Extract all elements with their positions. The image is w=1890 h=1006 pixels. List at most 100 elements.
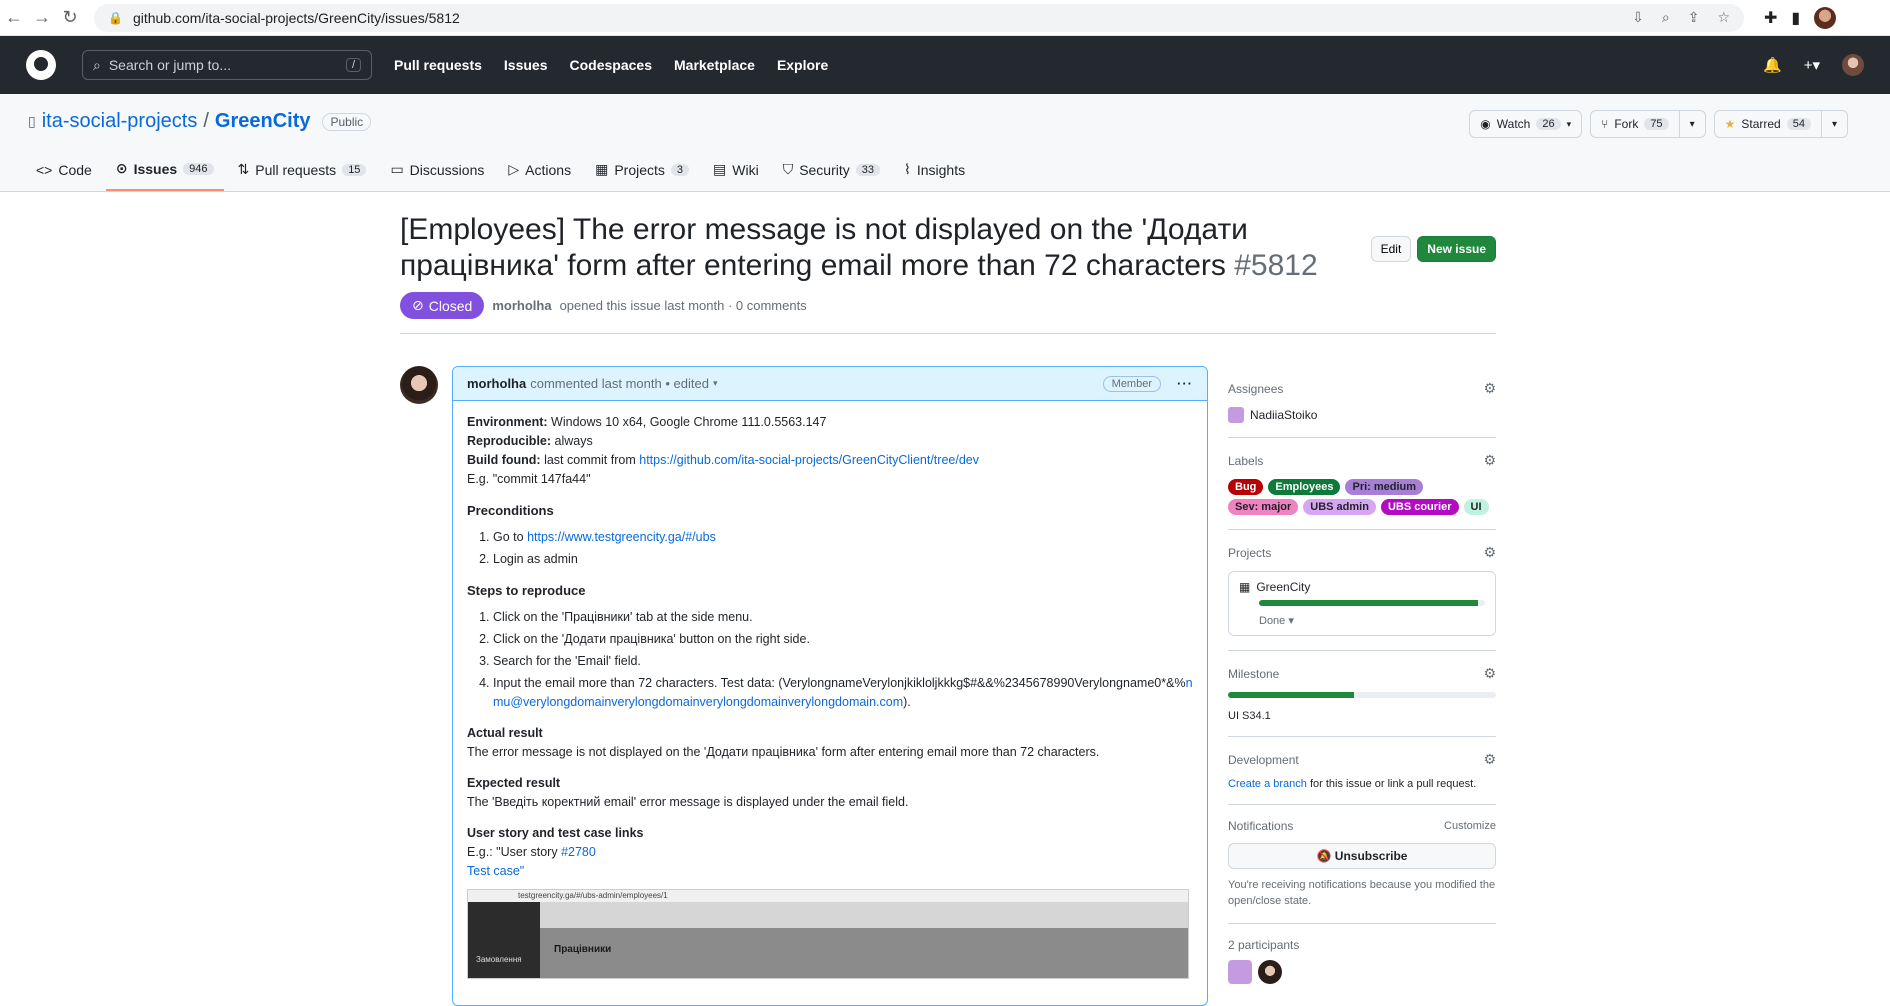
fork-button[interactable]: ⑂ Fork 75 ▾ [1590, 110, 1706, 138]
tab-issues[interactable]: ⊙ Issues 946 [105, 160, 224, 191]
nav-issues[interactable]: Issues [504, 57, 548, 73]
development-text: for this issue or link a pull request. [1309, 778, 1477, 790]
assignee[interactable]: NadiiaStoiko [1228, 407, 1496, 423]
chevron-down-icon[interactable]: ▾ [713, 378, 718, 389]
gear-icon[interactable]: ⚙ [1483, 544, 1496, 561]
repo-title: ▯ ita-social-projects / GreenCity Public [28, 110, 372, 133]
label-badge[interactable]: Pri: medium [1345, 479, 1424, 495]
label-badge[interactable]: UBS admin [1303, 499, 1376, 515]
project-status-dropdown[interactable]: Done ▾ [1259, 614, 1485, 627]
star-button[interactable]: ★ Starred 54 ▾ [1713, 110, 1848, 138]
new-issue-button[interactable]: New issue [1417, 236, 1496, 262]
milestone-heading: Milestone [1228, 666, 1280, 681]
fork-label: Fork [1614, 117, 1639, 131]
side-panel-icon[interactable]: ▮ [1791, 8, 1800, 28]
github-logo-icon[interactable] [26, 50, 56, 80]
kebab-menu-icon[interactable]: ··· [1177, 376, 1193, 391]
participant-avatar[interactable] [1228, 960, 1252, 984]
issue-author-link[interactable]: morholha [492, 298, 551, 313]
notifications-bell-icon[interactable]: 🔔 [1763, 56, 1782, 74]
unsubscribe-button[interactable]: 🔕 Unsubscribe [1228, 843, 1496, 869]
nav-pull-requests[interactable]: Pull requests [394, 57, 482, 73]
back-icon[interactable]: ← [0, 7, 28, 28]
testgreencity-link[interactable]: https://www.testgreencity.ga/#/ubs [527, 530, 716, 544]
label-badge[interactable]: Employees [1268, 479, 1341, 495]
star-label: Starred [1741, 117, 1781, 131]
tab-pull-requests[interactable]: ⇅ Pull requests 15 [228, 160, 377, 191]
list-item: Click on the 'Додати працівника' button … [493, 630, 1193, 649]
tab-projects[interactable]: ▦ Projects 3 [585, 160, 699, 191]
tab-code[interactable]: <> Code [26, 160, 102, 191]
gear-icon[interactable]: ⚙ [1483, 380, 1496, 397]
watch-button[interactable]: ◉ Watch 26 ▾ [1469, 110, 1583, 138]
step4-text: Input the email more than 72 characters.… [493, 676, 1186, 690]
project-card[interactable]: ▦ GreenCity Done ▾ [1228, 571, 1496, 636]
comment-meta[interactable]: commented last month • edited [530, 376, 709, 391]
tab-label: Actions [525, 161, 572, 178]
comment-box: morholha commented last month • edited ▾… [452, 366, 1208, 1006]
tab-label: Issues [133, 160, 178, 177]
star-dropdown[interactable]: ▾ [1820, 111, 1847, 137]
extensions-icon[interactable]: ✚ [1764, 8, 1777, 28]
tab-security[interactable]: ⛉ Security 33 [773, 160, 890, 191]
github-header: ⌕ Search or jump to... / Pull requests I… [0, 36, 1890, 94]
build-text: last commit from [544, 453, 636, 467]
comment-author-avatar[interactable] [400, 366, 438, 404]
repo-owner-link[interactable]: ita-social-projects [42, 110, 198, 133]
label-badge[interactable]: Bug [1228, 479, 1264, 495]
assignees-heading: Assignees [1228, 381, 1284, 396]
search-input[interactable]: ⌕ Search or jump to... / [82, 50, 372, 80]
label-badge[interactable]: UBS courier [1380, 499, 1459, 515]
label-badge[interactable]: Sev: major [1228, 499, 1299, 515]
customize-link[interactable]: Customize [1444, 820, 1496, 832]
edit-title-button[interactable]: Edit [1370, 236, 1412, 262]
tab-discussions[interactable]: ▭ Discussions [380, 160, 494, 191]
attached-screenshot[interactable]: testgreencity.ga/#/ubs-admin/employees/1… [467, 889, 1189, 979]
test-case-link[interactable]: Test case" [467, 864, 524, 878]
bookmark-star-icon[interactable]: ☆ [1717, 9, 1730, 26]
nav-marketplace[interactable]: Marketplace [674, 57, 755, 73]
tab-actions[interactable]: ▷ Actions [498, 160, 581, 191]
repro-label: Reproducible: [467, 434, 552, 448]
nav-explore[interactable]: Explore [777, 57, 828, 73]
user-avatar-menu[interactable] [1842, 54, 1864, 76]
issue-sidebar: Assignees ⚙ NadiiaStoiko Labels ⚙ Bug Emplo… [1228, 380, 1496, 984]
labels-section: Labels ⚙ Bug Employees Pri: medium Sev: majo… [1228, 452, 1496, 530]
gear-icon[interactable]: ⚙ [1483, 751, 1496, 768]
tab-wiki[interactable]: ▤ Wiki [703, 160, 769, 191]
story-text: E.g.: "User story [467, 845, 558, 859]
fork-dropdown[interactable]: ▾ [1678, 111, 1705, 137]
tab-label: Code [58, 161, 92, 178]
env-line: Environment: Windows 10 x64, Google Chro… [467, 413, 1193, 432]
repo-name-link[interactable]: GreenCity [215, 110, 311, 133]
build-link[interactable]: https://github.com/ita-social-projects/G… [639, 453, 979, 467]
share-icon[interactable]: ⇪ [1688, 9, 1700, 26]
star-filled-icon: ★ [1724, 117, 1736, 131]
gear-icon[interactable]: ⚙ [1483, 452, 1496, 469]
gear-icon[interactable]: ⚙ [1483, 665, 1496, 682]
screenshot-url-bar: testgreencity.ga/#/ubs-admin/employees/1 [468, 890, 1188, 902]
comment-author-link[interactable]: morholha [467, 376, 526, 391]
user-story-link[interactable]: #2780 [561, 845, 596, 859]
development-heading: Development [1228, 752, 1299, 767]
label-badge[interactable]: UI [1463, 499, 1489, 515]
profile-avatar[interactable] [1814, 6, 1837, 29]
tab-insights[interactable]: ⌇ Insights [894, 160, 975, 191]
install-icon[interactable]: ⇩ [1632, 9, 1644, 26]
pre-step-text: Go to [493, 530, 524, 544]
tab-label: Pull requests [255, 161, 337, 178]
repro-line: Reproducible: always [467, 432, 1193, 451]
zoom-icon[interactable]: ⌕ [1662, 9, 1670, 26]
project-progress-bar [1259, 600, 1485, 606]
create-branch-link[interactable]: Create a branch [1228, 778, 1307, 790]
nav-codespaces[interactable]: Codespaces [570, 57, 652, 73]
state-badge: ⊘ Closed [400, 292, 485, 319]
forward-icon[interactable]: → [28, 7, 56, 28]
milestone-link[interactable]: UI S34.1 [1228, 710, 1271, 722]
create-new-plus-icon[interactable]: +▾ [1804, 56, 1820, 74]
play-icon: ▷ [508, 161, 520, 177]
table-icon: ▦ [595, 161, 609, 177]
participant-avatar[interactable] [1258, 960, 1282, 984]
address-bar[interactable]: 🔒 github.com/ita-social-projects/GreenCi… [94, 3, 1744, 32]
reload-icon[interactable]: ↻ [56, 7, 84, 28]
